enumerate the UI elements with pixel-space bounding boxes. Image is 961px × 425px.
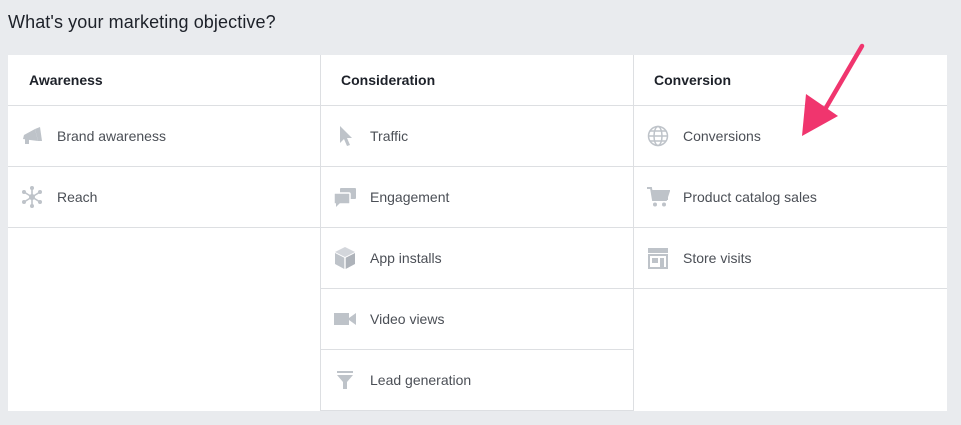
objective-conversions[interactable]: Conversions [634, 106, 947, 167]
box-icon [333, 246, 357, 270]
store-icon [646, 246, 670, 270]
objective-app-installs[interactable]: App installs [321, 228, 633, 289]
objective-product-catalog-sales[interactable]: Product catalog sales [634, 167, 947, 228]
objective-label: Engagement [370, 189, 450, 205]
column-header-conversion: Conversion [634, 55, 947, 106]
video-camera-icon [333, 307, 357, 331]
objective-lead-generation[interactable]: Lead generation [321, 350, 633, 411]
objective-brand-awareness[interactable]: Brand awareness [8, 106, 320, 167]
objective-engagement[interactable]: Engagement [321, 167, 633, 228]
objective-label: Product catalog sales [683, 189, 817, 205]
objective-traffic[interactable]: Traffic [321, 106, 633, 167]
objective-label: Reach [57, 189, 98, 205]
objective-label: Traffic [370, 128, 409, 144]
objective-store-visits[interactable]: Store visits [634, 228, 947, 289]
reach-icon [20, 185, 44, 209]
objective-video-views[interactable]: Video views [321, 289, 633, 350]
column-header-consideration: Consideration [321, 55, 633, 106]
chat-bubbles-icon [333, 185, 357, 209]
page-title: What's your marketing objective? [8, 12, 276, 32]
objective-label: Brand awareness [57, 128, 166, 144]
megaphone-icon [20, 124, 44, 148]
column-consideration: Consideration Traffic Engagement App ins… [321, 55, 634, 411]
funnel-icon [333, 368, 357, 392]
column-conversion: Conversion Conversions Product catalog s… [634, 55, 947, 411]
cart-icon [646, 185, 670, 209]
column-awareness: Awareness Brand awareness Reach [8, 55, 321, 411]
cursor-icon [333, 124, 357, 148]
globe-icon [646, 124, 670, 148]
objective-label: Store visits [683, 250, 752, 266]
objective-label: App installs [370, 250, 442, 266]
objective-label: Lead generation [370, 372, 472, 388]
column-header-awareness: Awareness [8, 55, 320, 106]
objective-label: Conversions [683, 128, 761, 144]
annotation-arrow-icon [802, 43, 865, 136]
objective-label: Video views [370, 311, 445, 327]
objective-reach[interactable]: Reach [8, 167, 320, 228]
